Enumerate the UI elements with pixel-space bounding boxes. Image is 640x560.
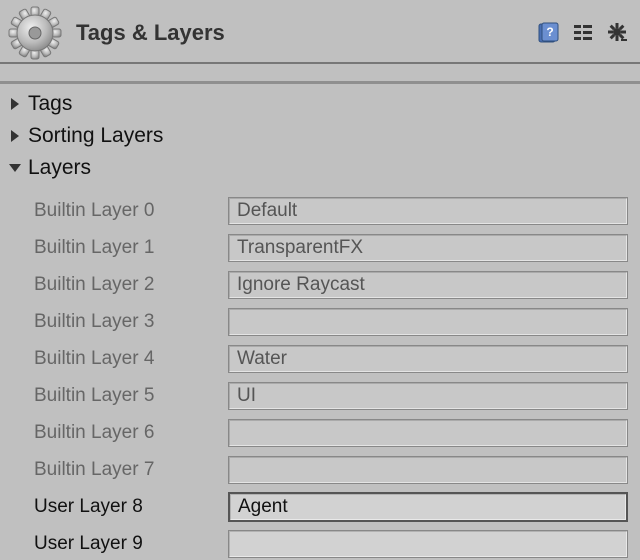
header-separator [0,62,640,64]
builtin-layer-label: Builtin Layer 6 [32,422,228,444]
section-layers[interactable]: Layers [4,152,636,184]
foldout-right-icon [8,129,22,143]
settings-gear-icon [8,6,62,60]
layer-row: Builtin Layer 3 [32,303,628,340]
page-title: Tags & Layers [76,20,524,46]
section-sorting-layers[interactable]: Sorting Layers [4,120,636,152]
layer-row: Builtin Layer 7 [32,451,628,488]
section-label: Sorting Layers [28,124,163,148]
layer-row: Builtin Layer 6 [32,414,628,451]
layer-row: Builtin Layer 4Water [32,340,628,377]
panel: Tags Sorting Layers Layers Builtin Layer… [0,82,640,560]
builtin-layer-label: Builtin Layer 1 [32,237,228,259]
layer-name-field: UI [228,382,628,410]
layer-row: Builtin Layer 5UI [32,377,628,414]
layer-row: User Layer 8Agent [32,488,628,525]
layer-name-field: Water [228,345,628,373]
layer-name-field [228,419,628,447]
layer-row: Builtin Layer 2Ignore Raycast [32,266,628,303]
layer-name-input[interactable] [228,530,628,558]
builtin-layer-label: Builtin Layer 2 [32,274,228,296]
section-tags[interactable]: Tags [4,88,636,120]
layer-name-field [228,456,628,484]
layer-name-input[interactable]: Agent [228,492,628,522]
section-label: Tags [28,92,72,116]
builtin-layer-label: Builtin Layer 0 [32,200,228,222]
layer-row: Builtin Layer 0Default [32,192,628,229]
foldout-right-icon [8,97,22,111]
header: Tags & Layers ? [0,0,640,62]
preset-icon[interactable] [572,22,594,44]
svg-text:?: ? [546,25,553,39]
builtin-layer-label: Builtin Layer 3 [32,311,228,333]
builtin-layer-label: Builtin Layer 4 [32,348,228,370]
layer-name-field: TransparentFX [228,234,628,262]
gear-icon[interactable] [606,22,628,44]
layer-row: Builtin Layer 1TransparentFX [32,229,628,266]
layers-list: Builtin Layer 0DefaultBuiltin Layer 1Tra… [4,184,636,560]
layer-name-field: Ignore Raycast [228,271,628,299]
inspector-window: Tags & Layers ? [0,0,640,560]
section-label: Layers [28,156,91,180]
user-layer-label: User Layer 9 [32,533,228,555]
layer-name-field [228,308,628,336]
layer-row: User Layer 9 [32,525,628,560]
builtin-layer-label: Builtin Layer 7 [32,459,228,481]
user-layer-label: User Layer 8 [32,496,228,518]
foldout-down-icon [8,161,22,175]
header-toolbar: ? [538,22,632,44]
layer-name-field: Default [228,197,628,225]
builtin-layer-label: Builtin Layer 5 [32,385,228,407]
help-icon[interactable]: ? [538,22,560,44]
